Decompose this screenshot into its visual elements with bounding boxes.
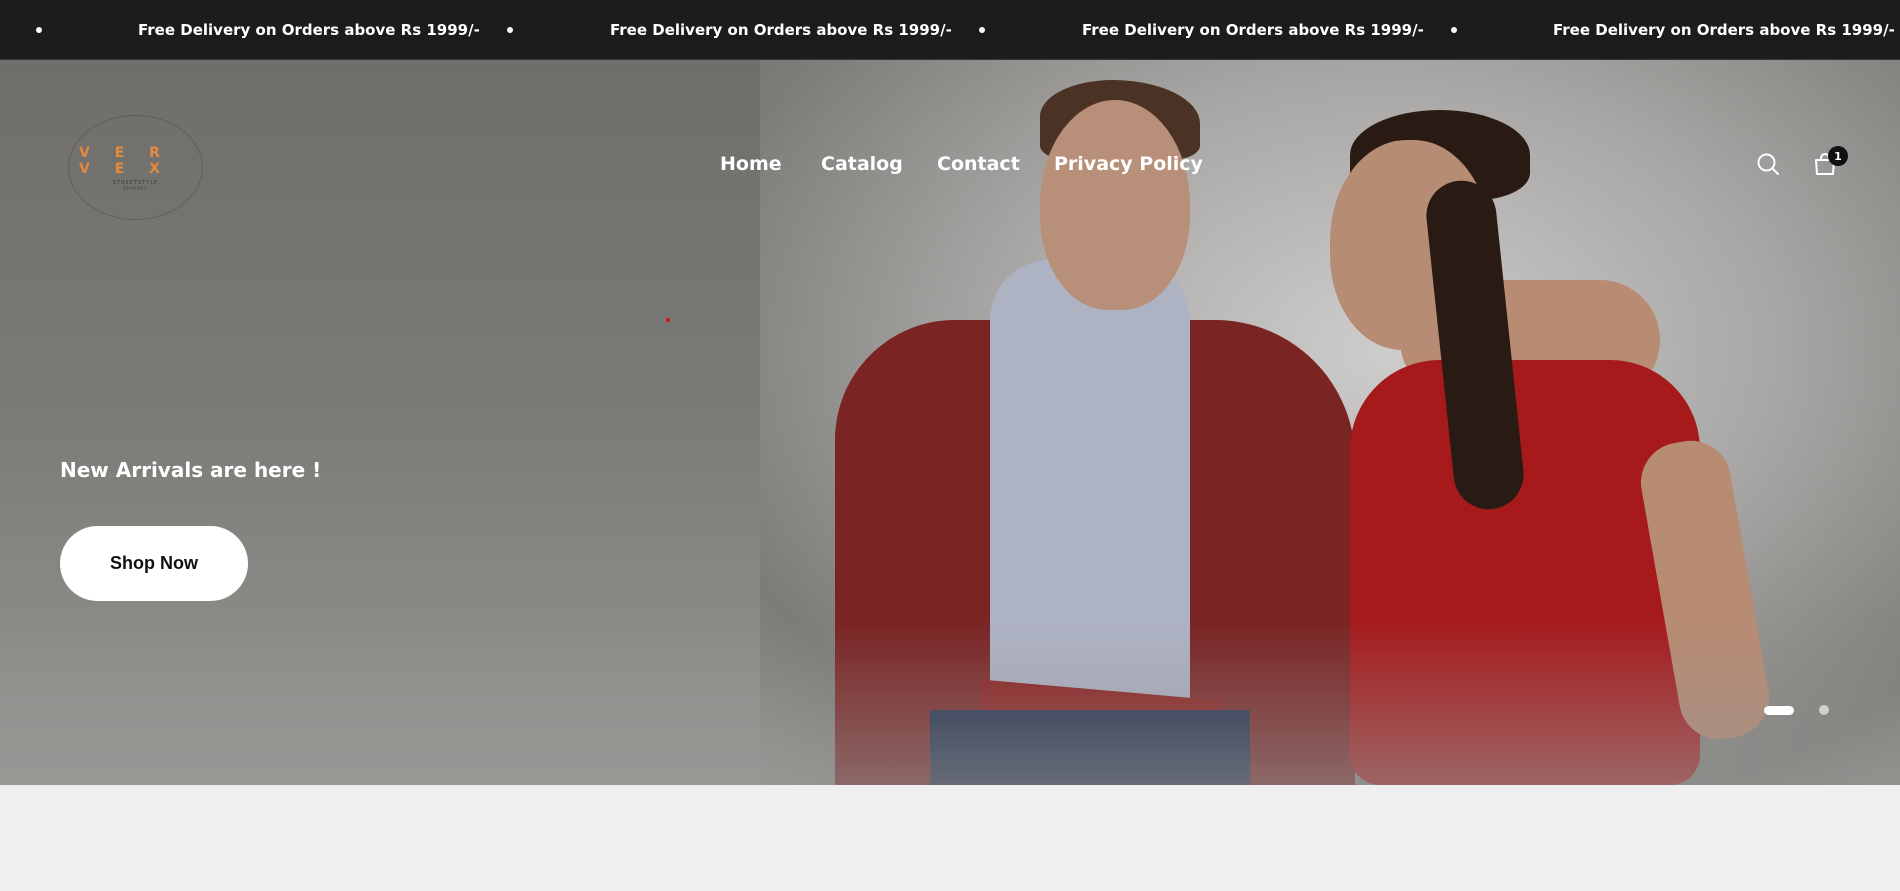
decorative-dot bbox=[666, 318, 670, 322]
bullet-icon bbox=[979, 27, 985, 33]
search-button[interactable] bbox=[1752, 148, 1784, 180]
announcement-text: Free Delivery on Orders above Rs 1999/- bbox=[610, 21, 952, 39]
announcement-bar: Free Delivery on Orders above Rs 1999/- … bbox=[0, 0, 1900, 60]
bullet-icon bbox=[36, 27, 42, 33]
nav-contact[interactable]: Contact bbox=[937, 153, 1020, 175]
shop-now-button[interactable]: Shop Now bbox=[60, 526, 248, 601]
search-icon bbox=[1757, 153, 1779, 175]
logo-tagline-secondary: APPAREL bbox=[123, 185, 148, 191]
announcement-text: Free Delivery on Orders above Rs 1999/- bbox=[138, 21, 480, 39]
announcement-text: Free Delivery on Orders above Rs 1999/- bbox=[1082, 21, 1424, 39]
hero-floor-shade bbox=[0, 620, 1900, 785]
cart-count-badge: 1 bbox=[1828, 146, 1848, 166]
announcement-text: Free Delivery on Orders above Rs 1999/- bbox=[1553, 21, 1895, 39]
bullet-icon bbox=[1451, 27, 1457, 33]
hero-title: New Arrivals are here ! bbox=[60, 458, 322, 482]
logo-wordmark: V E R V E X bbox=[79, 144, 170, 177]
slide-indicator[interactable] bbox=[1819, 705, 1829, 715]
page-content-area bbox=[0, 785, 1900, 891]
slide-indicator-active[interactable] bbox=[1764, 706, 1794, 715]
bullet-icon bbox=[507, 27, 513, 33]
nav-home[interactable]: Home bbox=[720, 153, 782, 175]
nav-privacy-policy[interactable]: Privacy Policy bbox=[1054, 153, 1203, 175]
site-header: V E R V E X STREETSTYLE APPAREL Home Cat… bbox=[0, 60, 1900, 270]
nav-catalog[interactable]: Catalog bbox=[821, 153, 903, 175]
site-logo[interactable]: V E R V E X STREETSTYLE APPAREL bbox=[68, 115, 203, 220]
